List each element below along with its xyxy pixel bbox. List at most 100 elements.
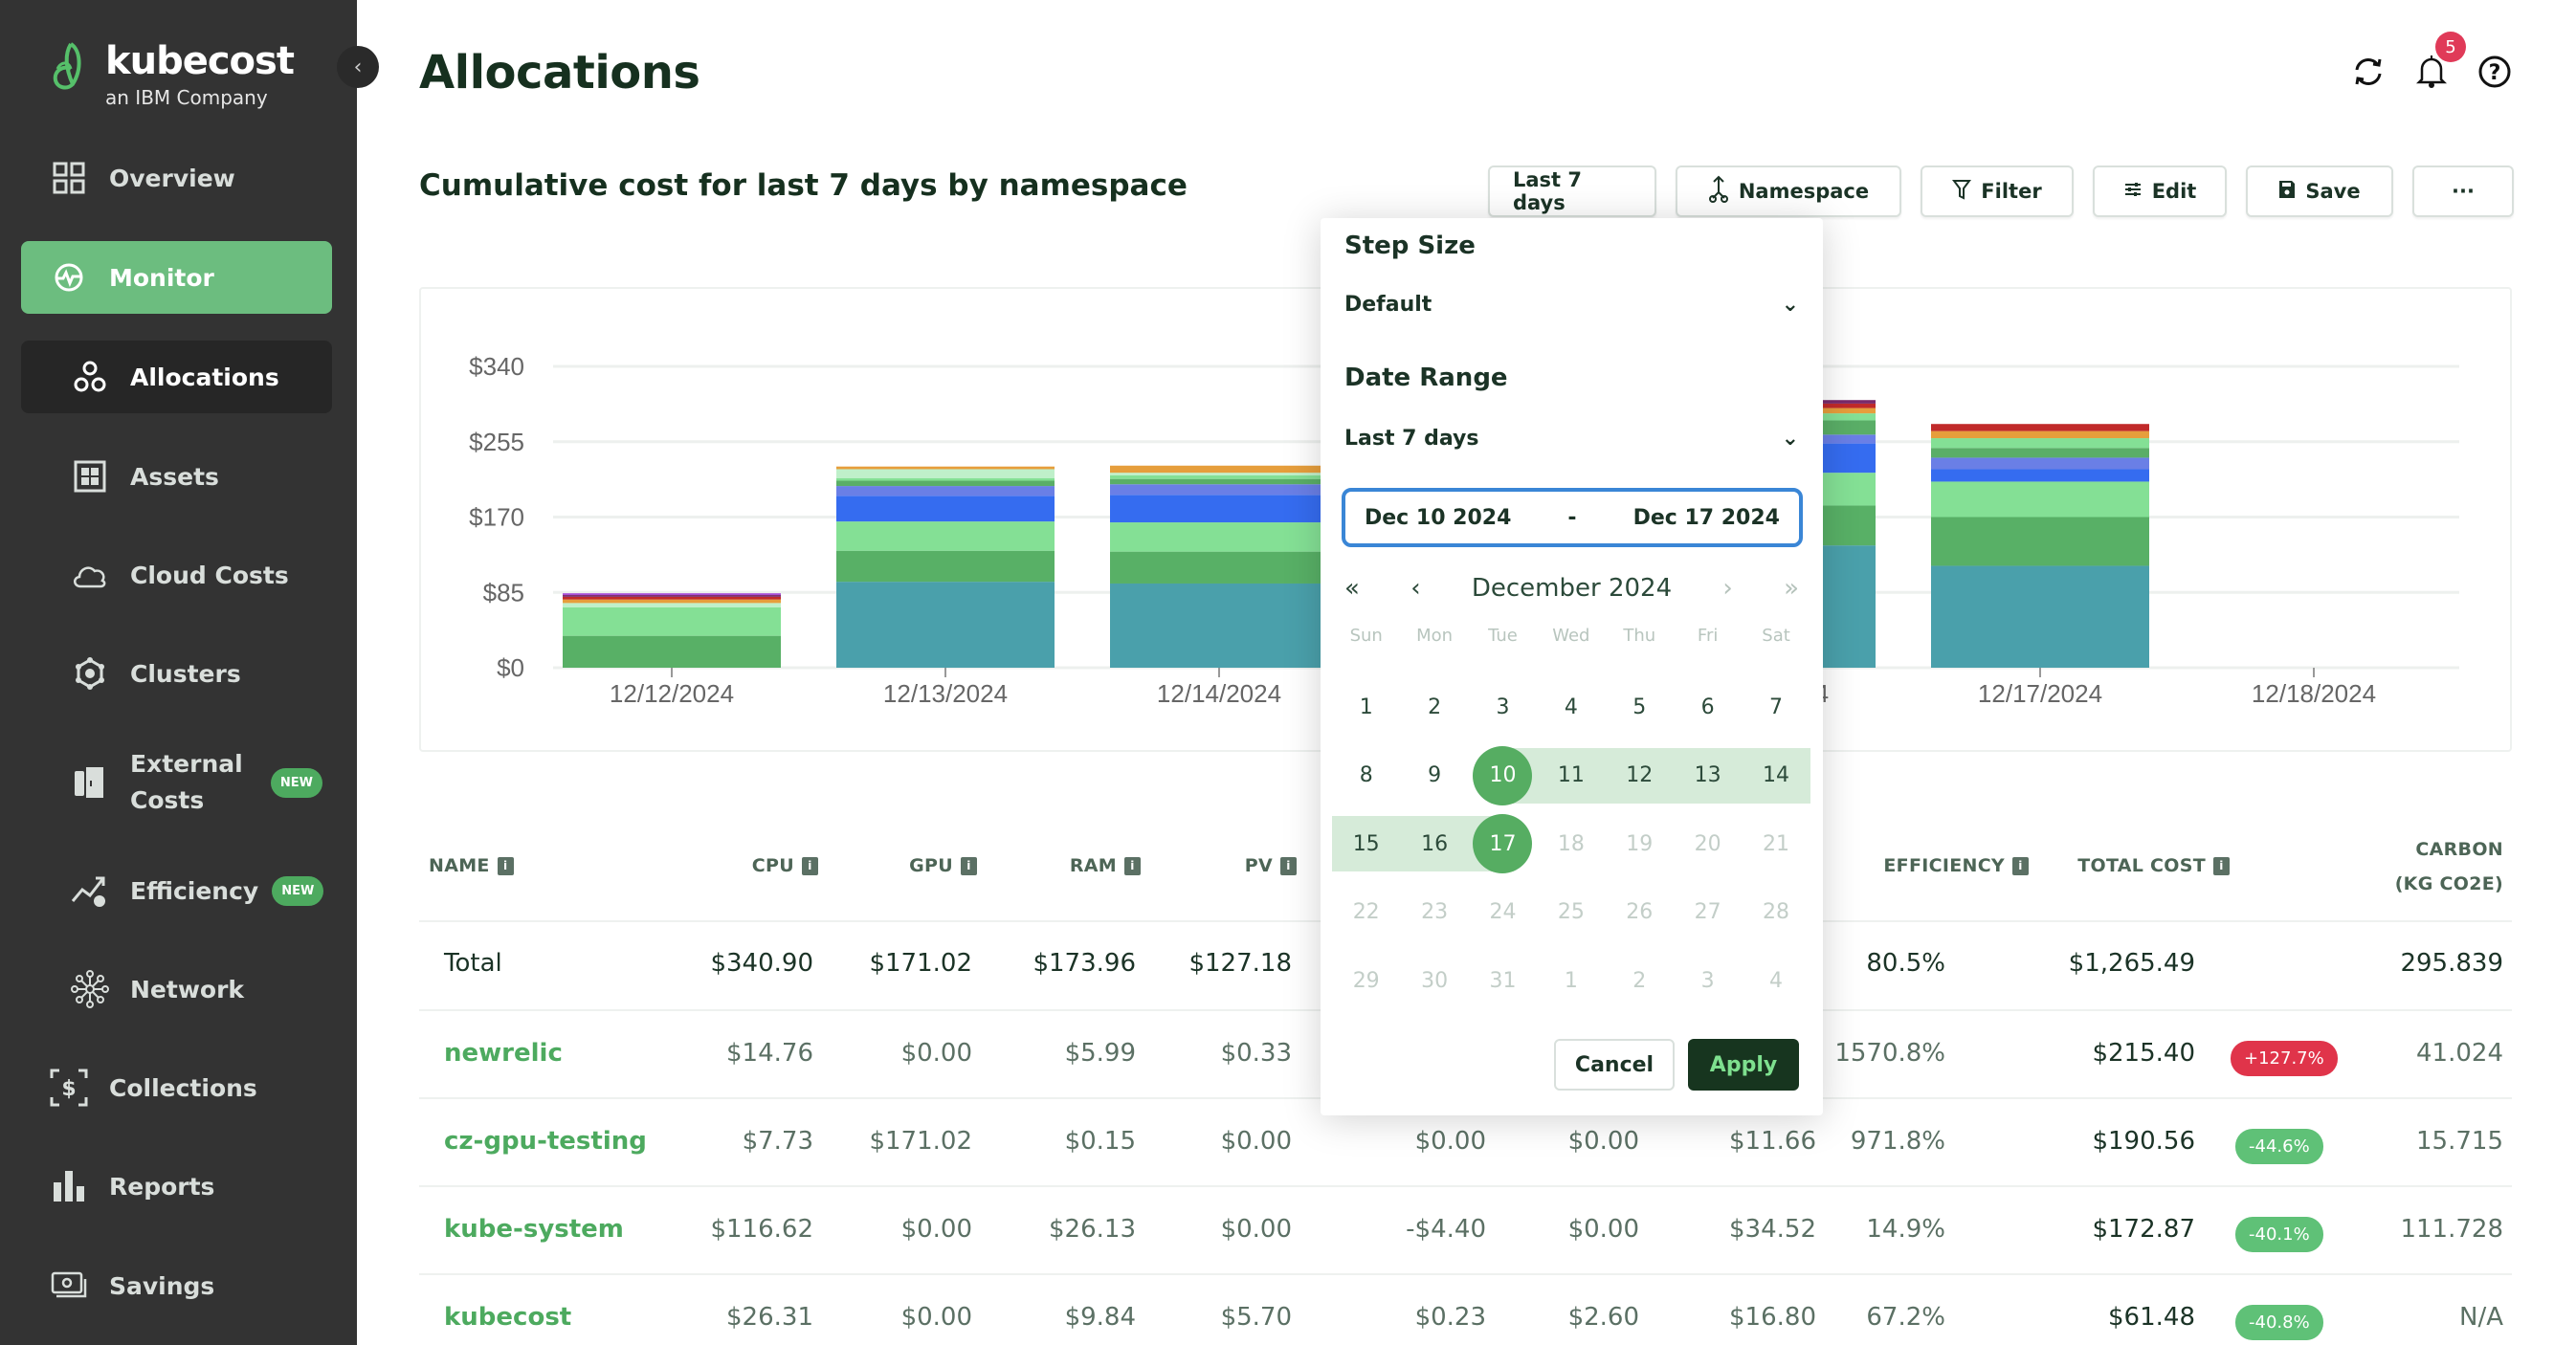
- sidebar-item-reports[interactable]: Reports: [21, 1150, 332, 1223]
- column-header-pv[interactable]: PV i: [1245, 855, 1297, 876]
- bar-segment[interactable]: [1110, 478, 1328, 485]
- sidebar-item-monitor[interactable]: Monitor: [21, 241, 332, 314]
- namespace-link[interactable]: kube-system: [444, 1215, 624, 1244]
- next-month-button[interactable]: ›: [1722, 574, 1732, 603]
- bar-segment[interactable]: [1931, 517, 2149, 566]
- column-header-name[interactable]: NAME i: [429, 855, 514, 876]
- namespace-link[interactable]: newrelic: [444, 1039, 563, 1068]
- bar-segment[interactable]: [836, 521, 1055, 551]
- bar-segment[interactable]: [1110, 551, 1328, 584]
- prev-month-button[interactable]: ‹: [1410, 574, 1420, 603]
- column-header-ram[interactable]: RAM i: [1070, 855, 1141, 876]
- bar-segment[interactable]: [1931, 430, 2149, 439]
- calendar-day[interactable]: 14: [1742, 748, 1810, 804]
- bar-segment[interactable]: [563, 596, 781, 600]
- step-size-select[interactable]: Default ⌄: [1344, 293, 1799, 317]
- bar-segment[interactable]: [836, 477, 1055, 481]
- column-header-carbon[interactable]: CARBON (KG CO2E): [2395, 832, 2503, 901]
- calendar-day[interactable]: 1: [1332, 679, 1400, 735]
- bar-segment[interactable]: [1110, 465, 1328, 474]
- sidebar-item-network[interactable]: Network: [21, 953, 332, 1025]
- kubecost-logo[interactable]: kubecost an IBM Company: [50, 40, 295, 109]
- bar-segment[interactable]: [1110, 583, 1328, 668]
- bar-segment[interactable]: [1931, 481, 2149, 518]
- bar-segment[interactable]: [836, 582, 1055, 668]
- bar-segment[interactable]: [563, 635, 781, 668]
- bar-segment[interactable]: [563, 593, 781, 596]
- collapse-sidebar-button[interactable]: ‹: [337, 46, 379, 88]
- info-icon[interactable]: i: [802, 856, 818, 875]
- info-icon[interactable]: i: [2213, 856, 2230, 875]
- sidebar-item-savings[interactable]: Savings: [21, 1249, 332, 1322]
- calendar-day[interactable]: 17: [1469, 814, 1537, 873]
- date-range-select[interactable]: Last 7 days ⌄: [1344, 427, 1799, 451]
- apply-button[interactable]: Apply: [1688, 1039, 1799, 1091]
- calendar-day[interactable]: 8: [1332, 748, 1400, 804]
- aggregate-by-button[interactable]: Namespace: [1676, 165, 1901, 217]
- calendar-day[interactable]: 11: [1537, 748, 1605, 804]
- bar-segment[interactable]: [836, 496, 1055, 522]
- column-header-total-cost[interactable]: TOTAL COST i: [2077, 855, 2230, 876]
- calendar-day[interactable]: 5: [1606, 679, 1674, 735]
- column-header-cpu[interactable]: CPU i: [752, 855, 818, 876]
- calendar-day[interactable]: 4: [1537, 679, 1605, 735]
- more-options-button[interactable]: ···: [2412, 165, 2514, 217]
- bar-segment[interactable]: [1931, 469, 2149, 482]
- bar-segment[interactable]: [836, 550, 1055, 583]
- filter-button[interactable]: Filter: [1921, 165, 2074, 217]
- sidebar-item-external-costs[interactable]: External Costs NEW: [21, 746, 332, 819]
- date-range-button[interactable]: Last 7 days: [1488, 165, 1656, 217]
- refresh-icon[interactable]: [2349, 53, 2387, 91]
- column-header-efficiency[interactable]: EFFICIENCY i: [1883, 855, 2029, 876]
- bar-segment[interactable]: [1931, 448, 2149, 458]
- calendar-day[interactable]: 7: [1742, 679, 1810, 735]
- bar-segment[interactable]: [563, 607, 781, 636]
- date-range-input[interactable]: Dec 10 2024 - Dec 17 2024: [1342, 488, 1803, 547]
- bar-segment[interactable]: [836, 466, 1055, 470]
- bar-segment[interactable]: [563, 595, 781, 597]
- calendar-day[interactable]: 12: [1606, 748, 1674, 804]
- calendar-day[interactable]: 6: [1674, 679, 1742, 735]
- calendar-day[interactable]: 16: [1400, 816, 1468, 871]
- bar-segment[interactable]: [1110, 473, 1328, 475]
- sidebar-item-cloud-costs[interactable]: Cloud Costs: [21, 539, 332, 611]
- calendar-day[interactable]: 13: [1674, 748, 1742, 804]
- bar-segment[interactable]: [836, 486, 1055, 496]
- sidebar-item-clusters[interactable]: Clusters: [21, 637, 332, 710]
- prev-year-button[interactable]: «: [1344, 574, 1360, 603]
- calendar-day[interactable]: 9: [1400, 748, 1468, 804]
- bar-segment[interactable]: [836, 469, 1055, 478]
- start-date[interactable]: Dec 10 2024: [1365, 506, 1511, 530]
- bar-segment[interactable]: [1931, 424, 2149, 431]
- calendar-day[interactable]: 3: [1469, 679, 1537, 735]
- sidebar-item-collections[interactable]: $ Collections: [21, 1051, 332, 1124]
- info-icon[interactable]: i: [961, 856, 977, 875]
- edit-button[interactable]: Edit: [2093, 165, 2227, 217]
- sidebar-item-efficiency[interactable]: Efficiency NEW: [21, 854, 332, 927]
- next-year-button[interactable]: »: [1784, 574, 1799, 603]
- end-date[interactable]: Dec 17 2024: [1633, 506, 1780, 530]
- sidebar-item-assets[interactable]: Assets: [21, 440, 332, 513]
- bar-segment[interactable]: [563, 603, 781, 607]
- sidebar-item-allocations[interactable]: Allocations: [21, 341, 332, 413]
- save-button[interactable]: Save: [2246, 165, 2393, 217]
- bar-segment[interactable]: [1931, 457, 2149, 470]
- calendar-day[interactable]: 10: [1469, 745, 1537, 805]
- info-icon[interactable]: i: [497, 856, 514, 875]
- namespace-link[interactable]: kubecost: [444, 1303, 571, 1332]
- bar-segment[interactable]: [563, 599, 781, 604]
- bar-segment[interactable]: [1110, 495, 1328, 523]
- info-icon[interactable]: i: [1124, 856, 1141, 875]
- column-header-gpu[interactable]: GPU i: [909, 855, 977, 876]
- notifications-button[interactable]: 5: [2412, 32, 2466, 91]
- cancel-button[interactable]: Cancel: [1554, 1039, 1675, 1091]
- info-icon[interactable]: i: [2012, 856, 2029, 875]
- bar-segment[interactable]: [1931, 565, 2149, 668]
- calendar-day[interactable]: 15: [1332, 816, 1400, 871]
- bar-segment[interactable]: [1931, 438, 2149, 449]
- calendar-day[interactable]: 2: [1400, 679, 1468, 735]
- bar-segment[interactable]: [836, 480, 1055, 487]
- sidebar-item-overview[interactable]: Overview: [21, 142, 332, 214]
- namespace-link[interactable]: cz-gpu-testing: [444, 1127, 647, 1156]
- bar-segment[interactable]: [1110, 522, 1328, 552]
